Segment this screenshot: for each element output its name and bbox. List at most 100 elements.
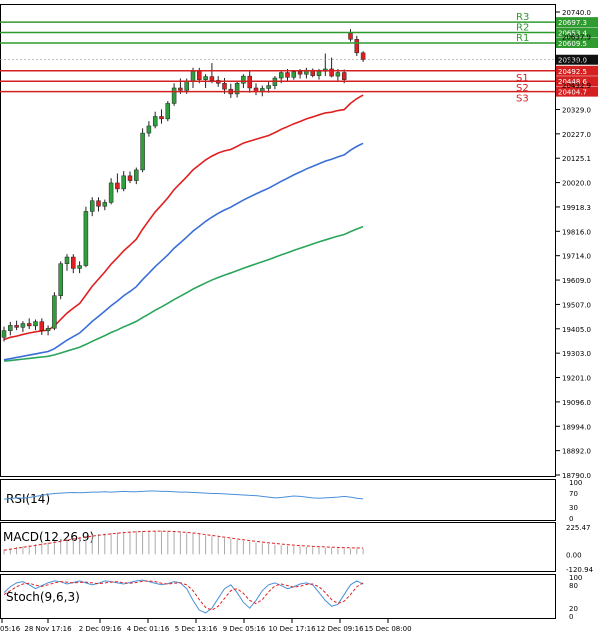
stoch-tick-label: 20	[569, 605, 578, 613]
rsi-tick-label: 70	[569, 490, 578, 498]
time-tick-label: 15 Dec 08:00	[364, 625, 411, 633]
candle-body	[241, 75, 246, 84]
candle-body	[341, 72, 347, 80]
candle	[8, 321, 13, 336]
candle	[165, 101, 171, 122]
price-tick-label: 20020.0	[562, 180, 591, 188]
candle	[39, 318, 45, 335]
candle	[348, 29, 353, 42]
candle-body	[71, 256, 76, 269]
rsi-tick-label: 30	[569, 504, 578, 512]
candle-body	[96, 200, 101, 207]
candle-body	[203, 76, 208, 80]
candle	[127, 171, 133, 183]
price-tick-label: 19201.0	[562, 375, 591, 383]
candle-body	[8, 325, 13, 331]
candle-body	[14, 325, 19, 328]
candle	[64, 254, 70, 271]
candle-body	[171, 87, 177, 104]
candle	[134, 167, 139, 185]
rsi-panel-frame	[0, 479, 556, 521]
candle	[115, 173, 120, 193]
time-tick-label: 05:16	[0, 625, 21, 633]
candle	[102, 199, 108, 211]
level-label-s1: S1	[516, 73, 529, 84]
candle-body	[285, 72, 290, 78]
macd-y-axis: 225.47 0.00 -120.94	[566, 524, 594, 574]
level-value-text: 20492.5	[558, 68, 587, 76]
candle-body	[134, 169, 139, 181]
price-tick-label: 20535.6	[562, 58, 591, 66]
ema-lines	[3, 94, 364, 362]
price-tick-label: 18994.0	[562, 423, 591, 431]
candle-body	[278, 72, 284, 79]
candle	[140, 128, 145, 173]
candle	[329, 57, 334, 78]
macd-panel: MACD(12,26,9) 225.47 0.00 -120.94	[0, 522, 594, 574]
candle-body	[127, 175, 133, 181]
stoch-tick-label: 80	[569, 582, 578, 590]
candle	[209, 63, 215, 84]
candle-body	[348, 33, 353, 40]
stoch-title: Stoch(9,6,3)	[6, 590, 80, 604]
candle-body	[102, 202, 108, 207]
price-tick-label: 20432.9	[562, 82, 591, 90]
time-tick-label: 5 Dec 13:16	[175, 625, 218, 633]
candle-body	[89, 200, 95, 212]
candle-body	[266, 85, 271, 89]
candle	[14, 320, 19, 331]
candle	[228, 83, 234, 98]
time-tick-label: 12 Dec 09:16	[316, 625, 364, 633]
ema-mid-line	[3, 142, 364, 361]
candle-body	[354, 39, 360, 54]
time-tick-label: 28 Nov 17:16	[24, 625, 72, 633]
candle	[291, 70, 297, 80]
candle	[58, 261, 63, 300]
rsi-tick-label: 100	[569, 479, 582, 487]
stoch-y-axis: 10080 200	[569, 574, 582, 621]
candle	[247, 71, 252, 93]
candle	[26, 318, 32, 329]
candle-body	[77, 265, 82, 269]
candle-body	[58, 263, 63, 296]
price-tick-label: 19609.0	[562, 277, 591, 285]
price-tick-label: 19714.0	[562, 253, 591, 261]
price-tick-label: 20329.0	[562, 106, 591, 114]
candle	[77, 261, 82, 274]
candle-body	[52, 295, 57, 329]
stoch-tick-label: 100	[569, 574, 582, 582]
price-panel: R3 20697.3R2 20653.4R1 20609.5S120492.5S220…	[0, 4, 598, 480]
candle-body	[146, 125, 152, 134]
level-label-r1: R1	[516, 33, 529, 44]
price-tick-label: 20125.1	[562, 155, 591, 163]
rsi-title: RSI(14)	[6, 492, 50, 506]
candle-body	[297, 71, 303, 75]
price-tick-label: 19507.0	[562, 301, 591, 309]
candle-body	[316, 71, 322, 76]
stoch-panel: Stoch(9,6,3) 10080 200	[0, 574, 582, 621]
time-tick-label: 2 Dec 09:16	[79, 625, 122, 633]
candle-body	[335, 72, 341, 77]
candle	[310, 68, 315, 78]
time-tick-label: 10 Dec 17:16	[268, 625, 316, 633]
price-tick-label: 19096.0	[562, 399, 591, 407]
candle-body	[178, 87, 183, 91]
candle	[20, 321, 26, 333]
rsi-line	[3, 490, 364, 500]
level-value-text: 20697.3	[558, 19, 587, 27]
candle	[108, 178, 114, 205]
macd-tick-label: -120.94	[566, 566, 594, 574]
candle-body	[140, 132, 145, 171]
candle	[304, 67, 309, 79]
pivot-levels: R3 20697.3R2 20653.4R1 20609.5S120492.5S220…	[0, 12, 598, 105]
candle-body	[247, 75, 252, 89]
candle-body	[190, 71, 196, 82]
candle-body	[121, 175, 126, 190]
candle	[323, 53, 328, 77]
candle	[45, 325, 51, 336]
price-tick-label: 19405.0	[562, 326, 591, 334]
level-label-r2: R2	[516, 23, 529, 34]
candle-body	[1, 330, 7, 338]
candle-body	[108, 182, 114, 203]
candle-body	[45, 328, 51, 331]
